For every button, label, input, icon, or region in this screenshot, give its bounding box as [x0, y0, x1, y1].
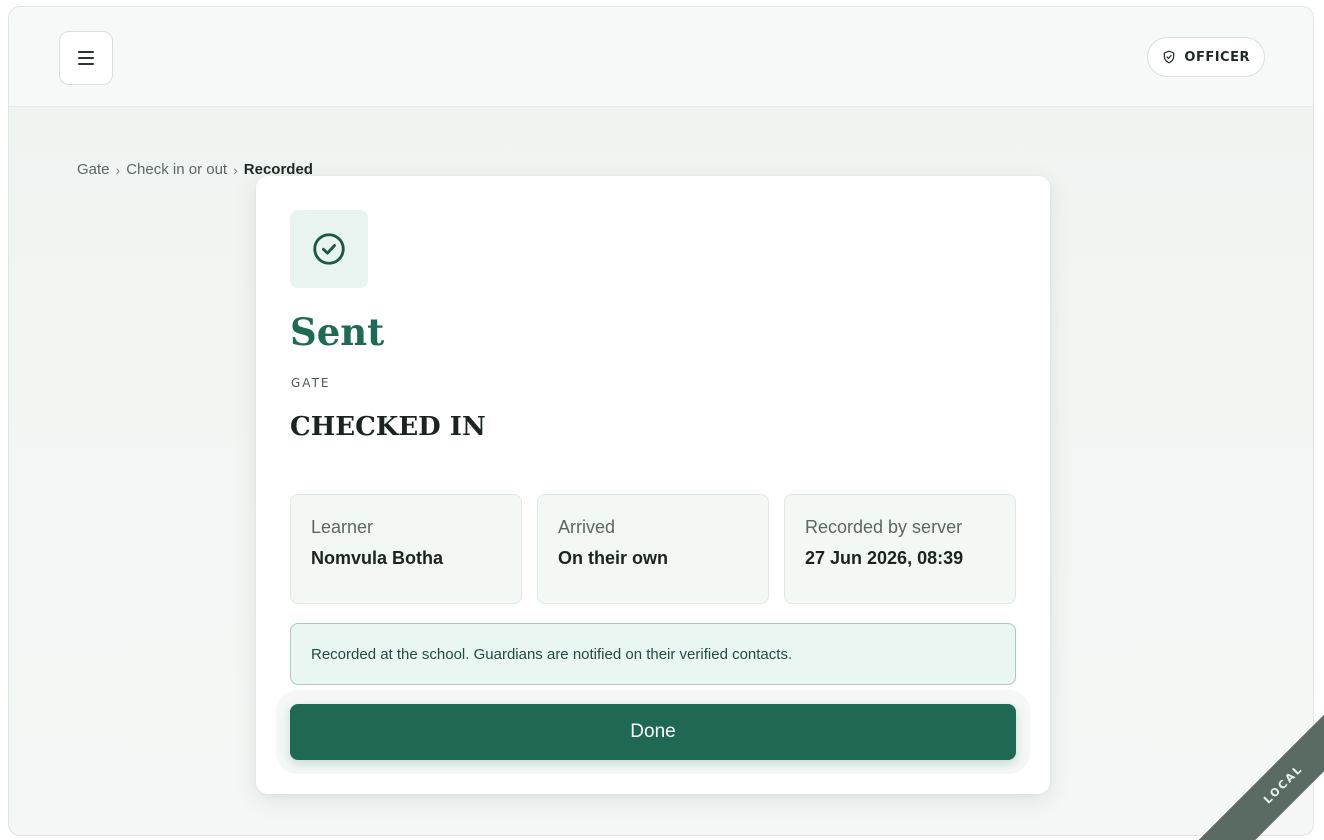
status-icon-tile: [290, 210, 368, 288]
breadcrumb-gate[interactable]: Gate: [77, 161, 110, 178]
detail-learner: Learner Nomvula Botha: [290, 494, 522, 604]
detail-value: Nomvula Botha: [311, 548, 444, 568]
breadcrumb-separator: ›: [233, 161, 238, 178]
environment-label: LOCAL: [1260, 761, 1306, 807]
detail-arrived: Arrived On their own: [537, 494, 769, 604]
detail-recorded-by-server: Recorded by server 27 Jun 2026, 08:39: [784, 494, 1016, 604]
breadcrumb-check-in-out[interactable]: Check in or out: [126, 161, 227, 178]
menu-button[interactable]: [59, 31, 113, 85]
result-card: Sent GATE CHECKED IN Learner Nomvula Bot…: [256, 176, 1050, 794]
detail-value: 27 Jun 2026, 08:39: [805, 548, 964, 568]
notice-banner: Recorded at the school. Guardians are no…: [290, 623, 1016, 685]
detail-label: Recorded by server: [805, 517, 963, 537]
detail-value: On their own: [558, 548, 668, 568]
shield-icon: [1164, 50, 1175, 64]
environment-ribbon: LOCAL: [1170, 700, 1324, 840]
breadcrumb-separator: ›: [115, 161, 121, 178]
result-status: CHECKED IN: [290, 412, 486, 442]
detail-label: Arrived: [558, 517, 616, 537]
role-badge[interactable]: OFFICER: [1147, 37, 1265, 77]
hamburger-icon: [78, 51, 94, 65]
detail-label: Learner: [311, 517, 374, 537]
done-button[interactable]: Done: [290, 704, 1016, 760]
result-title: Sent: [290, 310, 385, 354]
check-circle-icon: [313, 233, 345, 265]
result-eyebrow: GATE: [291, 376, 331, 390]
top-bar: OFFICER: [9, 7, 1313, 107]
role-label: OFFICER: [1184, 49, 1250, 65]
